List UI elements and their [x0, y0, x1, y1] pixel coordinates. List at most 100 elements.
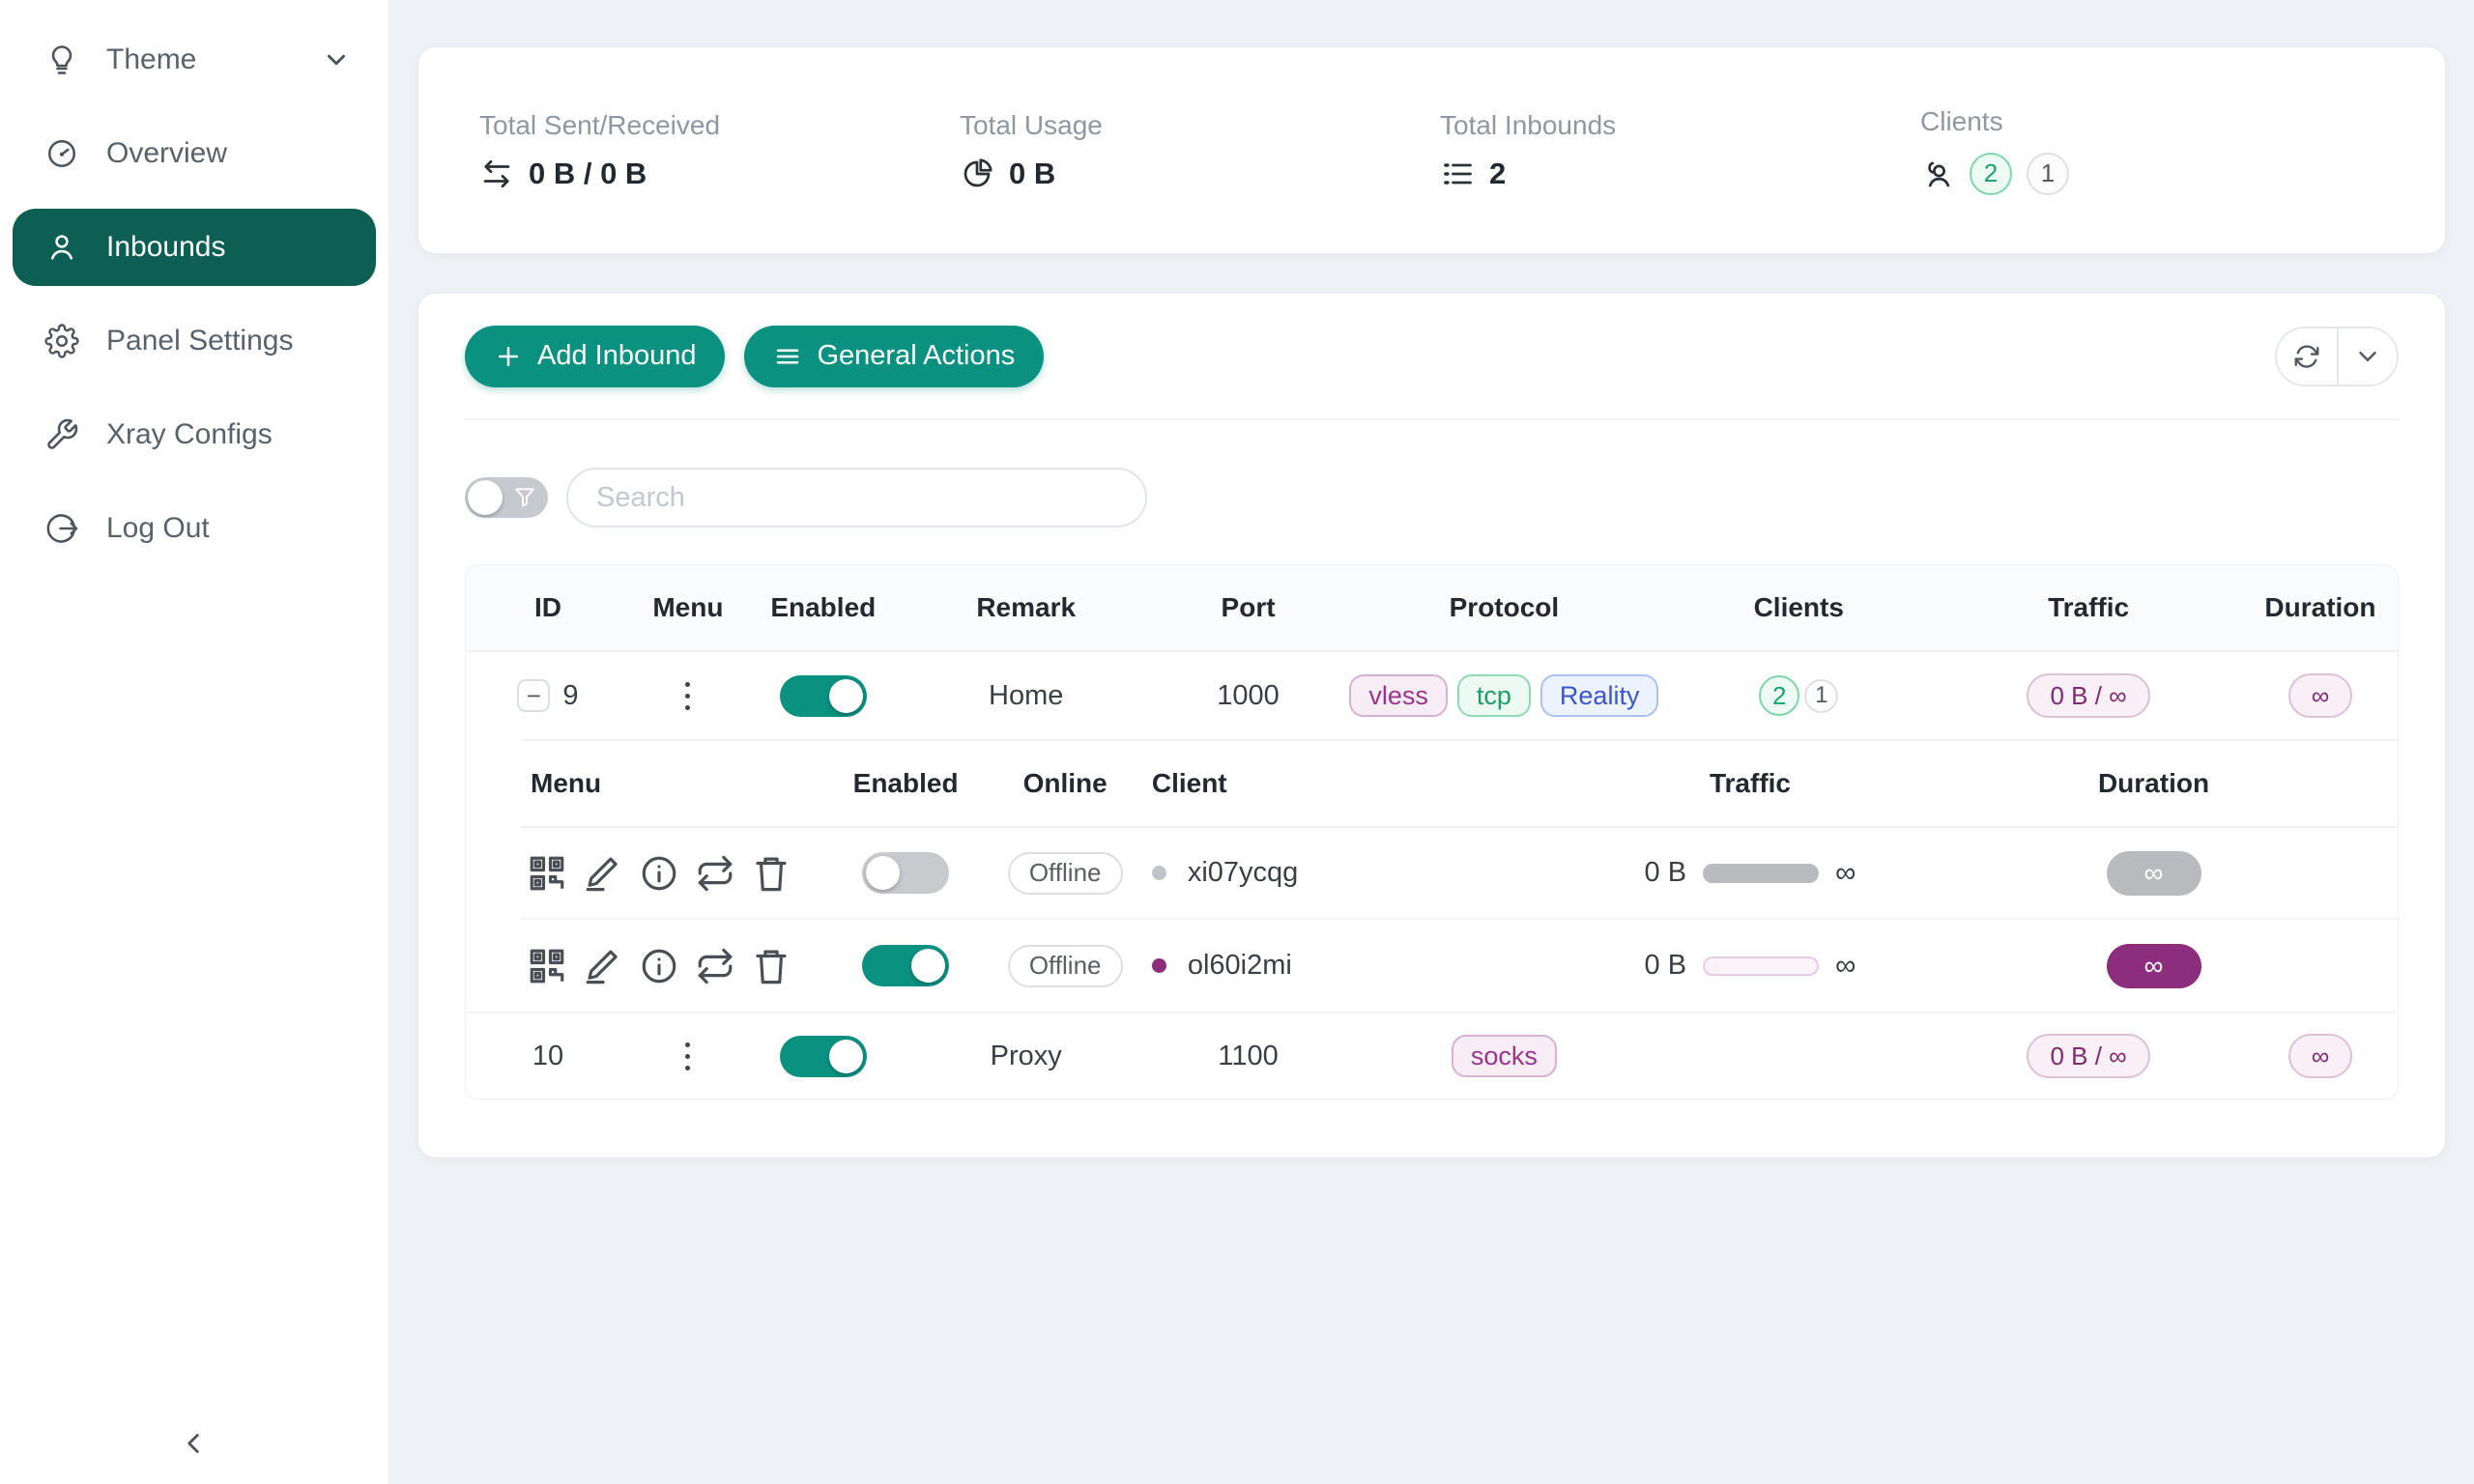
delete-icon[interactable] — [751, 853, 791, 894]
pie-chart-icon — [960, 157, 994, 191]
sidebar: Theme Overview Inbounds — [0, 0, 388, 1484]
stat-total-inbounds: Total Inbounds 2 — [1440, 110, 1920, 191]
inbounds-toolbar: Add Inbound General Actions — [465, 294, 2399, 420]
subcol-header-duration: Duration — [1985, 768, 2323, 799]
stat-value-text: 0 B — [1009, 157, 1055, 191]
stat-label: Clients — [1920, 106, 2401, 137]
stat-value-text: 0 B / 0 B — [529, 157, 647, 191]
gauge-icon — [44, 136, 79, 171]
sidebar-collapse-button[interactable] — [166, 1416, 220, 1470]
row-menu-kebab[interactable] — [677, 1035, 698, 1078]
refresh-icon — [2292, 342, 2321, 371]
subcol-header-online: Online — [990, 768, 1139, 799]
traffic-pill: 0 B / ∞ — [2027, 1034, 2149, 1078]
col-header-clients: Clients — [1663, 592, 1934, 623]
chevron-down-icon — [322, 45, 351, 74]
clients-total-badge: 1 — [1804, 679, 1838, 713]
stat-total-usage: Total Usage 0 B — [960, 110, 1440, 191]
info-icon[interactable] — [639, 853, 679, 894]
hamburger-icon — [773, 342, 802, 371]
col-header-duration: Duration — [2243, 592, 2398, 623]
subcol-header-menu: Menu — [521, 768, 821, 799]
main-content: Total Sent/Received 0 B / 0 B Total Usag… — [388, 0, 2474, 1484]
logout-icon — [44, 511, 79, 546]
sidebar-item-label: Inbounds — [106, 231, 351, 264]
stat-label: Total Sent/Received — [479, 110, 960, 141]
client-enabled-toggle[interactable] — [862, 945, 949, 986]
sidebar-item-overview[interactable]: Overview — [13, 115, 376, 192]
client-row: Offline ol60i2mi 0 B ∞ ∞ — [521, 920, 2398, 1012]
client-status-dot — [1152, 866, 1166, 880]
traffic-cap: ∞ — [1835, 857, 1856, 890]
sidebar-item-label: Log Out — [106, 512, 351, 545]
plus-icon — [494, 342, 523, 371]
table-header-row: ID Menu Enabled Remark Port Protocol Cli… — [466, 565, 2398, 652]
sidebar-item-label: Xray Configs — [106, 418, 351, 451]
row-menu-kebab[interactable] — [677, 674, 698, 718]
search-row — [465, 468, 2399, 528]
col-header-id: ID — [466, 592, 630, 623]
toggle-knob — [468, 480, 503, 515]
sidebar-list: Theme Overview Inbounds — [0, 0, 388, 567]
clients-online-badge: 2 — [1970, 153, 2012, 195]
col-header-port: Port — [1152, 592, 1345, 623]
client-status-dot — [1152, 958, 1166, 973]
sidebar-item-label: Theme — [106, 43, 322, 76]
add-inbound-label: Add Inbound — [537, 340, 696, 372]
sidebar-item-theme[interactable]: Theme — [13, 21, 376, 99]
chevron-left-icon — [177, 1427, 210, 1460]
refresh-button[interactable] — [2277, 328, 2337, 385]
sidebar-item-xray-configs[interactable]: Xray Configs — [13, 396, 376, 473]
sidebar-item-label: Overview — [106, 137, 351, 170]
sidebar-item-logout[interactable]: Log Out — [13, 490, 376, 567]
info-icon[interactable] — [639, 946, 679, 986]
refresh-button-group — [2275, 327, 2399, 386]
chevron-down-icon — [2353, 342, 2382, 371]
client-name: ol60i2mi — [1188, 950, 1292, 982]
online-status-pill: Offline — [1008, 852, 1123, 895]
inbound-enabled-toggle[interactable] — [780, 675, 867, 717]
table-row-home: − 9 Home 1000 vless tcp Reality 2 — [466, 652, 2398, 739]
inbounds-table: ID Menu Enabled Remark Port Protocol Cli… — [465, 564, 2399, 1099]
protocol-tag: Reality — [1540, 674, 1659, 717]
people-icon — [1920, 157, 1955, 191]
subcol-header-client: Client — [1140, 768, 1515, 799]
sidebar-item-panel-settings[interactable]: Panel Settings — [13, 302, 376, 380]
traffic-used: 0 B — [1645, 950, 1687, 982]
edit-icon[interactable] — [583, 853, 623, 894]
col-header-protocol: Protocol — [1345, 592, 1664, 623]
add-inbound-button[interactable]: Add Inbound — [465, 326, 725, 387]
traffic-progress-bar — [1703, 956, 1819, 976]
stat-label: Total Inbounds — [1440, 110, 1920, 141]
traffic-used: 0 B — [1645, 857, 1687, 889]
traffic-cap: ∞ — [1835, 950, 1856, 983]
stat-value-text: 2 — [1489, 157, 1506, 191]
expand-options-button[interactable] — [2337, 328, 2397, 385]
inbound-id: 10 — [466, 1041, 630, 1072]
inbound-id: 9 — [562, 680, 578, 712]
col-header-enabled: Enabled — [746, 592, 901, 623]
reset-traffic-icon[interactable] — [695, 853, 735, 894]
qr-code-icon[interactable] — [527, 946, 567, 986]
inbound-port: 1100 — [1152, 1041, 1345, 1072]
reset-traffic-icon[interactable] — [695, 946, 735, 986]
stat-label: Total Usage — [960, 110, 1440, 141]
edit-icon[interactable] — [583, 946, 623, 986]
clients-total-badge: 1 — [2027, 153, 2069, 195]
list-icon — [1440, 157, 1475, 191]
table-row-proxy: 10 Proxy 1100 socks 0 B / ∞ ∞ — [466, 1012, 2398, 1099]
sidebar-item-inbounds[interactable]: Inbounds — [13, 209, 376, 286]
inbound-enabled-toggle[interactable] — [780, 1036, 867, 1077]
client-enabled-toggle[interactable] — [862, 852, 949, 894]
col-header-menu: Menu — [630, 592, 746, 623]
collapse-row-button[interactable]: − — [517, 679, 550, 712]
delete-icon[interactable] — [751, 946, 791, 986]
clients-subtable: Menu Enabled Online Client Traffic Durat… — [521, 739, 2398, 1012]
search-input[interactable] — [566, 468, 1147, 528]
subtable-header-row: Menu Enabled Online Client Traffic Durat… — [521, 741, 2398, 828]
qr-code-icon[interactable] — [527, 853, 567, 894]
filter-toggle[interactable] — [465, 477, 548, 518]
funnel-icon — [512, 485, 537, 510]
general-actions-button[interactable]: General Actions — [744, 326, 1044, 387]
col-header-remark: Remark — [901, 592, 1152, 623]
